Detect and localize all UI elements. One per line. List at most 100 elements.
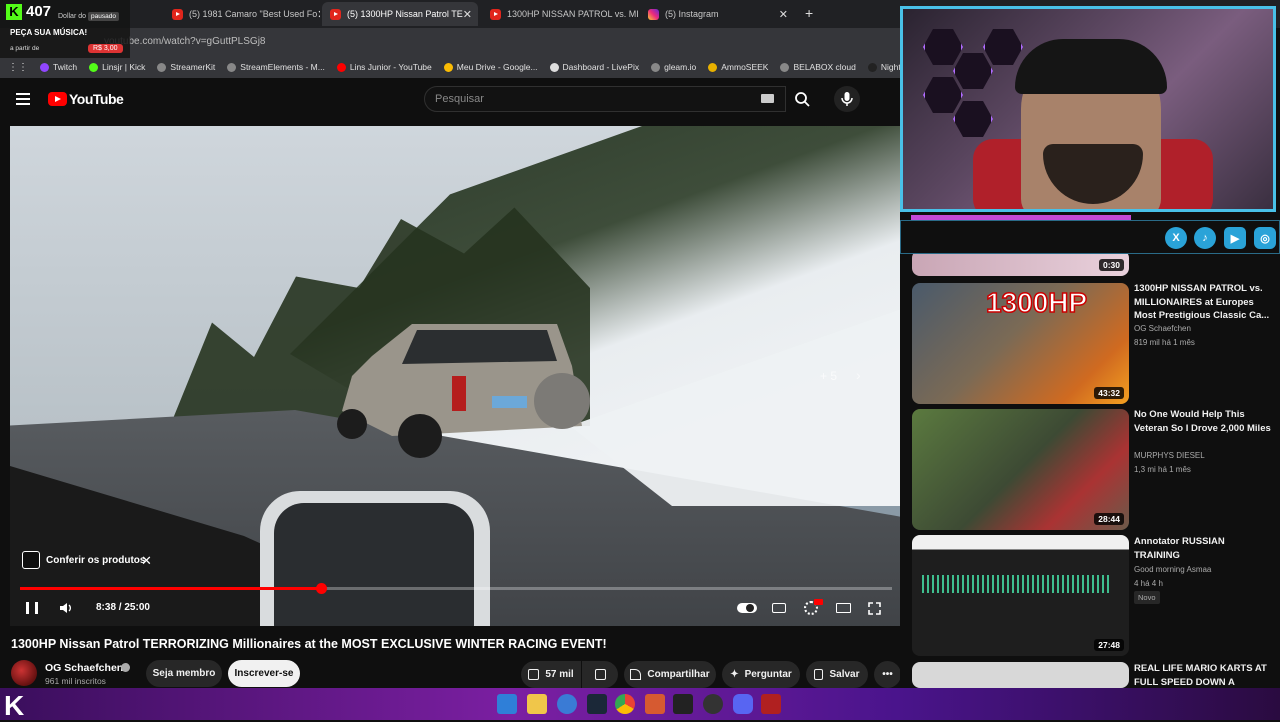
tab-instagram[interactable]: (5) Instagram ✕	[640, 2, 796, 26]
tab-nissan-patrol[interactable]: (5) 1300HP Nissan Patrol TE ✕	[322, 2, 478, 26]
edge-icon[interactable]	[557, 694, 577, 714]
new-badge: Novo	[1134, 591, 1160, 604]
chrome-icon[interactable]	[615, 694, 635, 714]
close-tab-icon[interactable]: ✕	[463, 8, 472, 21]
more-actions-button[interactable]: •••	[874, 661, 901, 688]
search-icon	[795, 92, 810, 107]
search-button[interactable]	[786, 86, 818, 112]
bookmark-google-drive[interactable]: Meu Drive - Google...	[443, 62, 538, 72]
rec-title[interactable]: 1300HP NISSAN PATROL vs. MILLIONAIRES at…	[1134, 282, 1272, 323]
thumbs-down-icon	[594, 669, 606, 680]
discord-icon[interactable]	[733, 694, 753, 714]
subtitles-icon[interactable]	[772, 603, 786, 613]
bookmark-twitch[interactable]: Twitch	[40, 62, 77, 72]
rec-meta: 819 mil há 1 mês	[1134, 338, 1195, 347]
thumbs-up-icon	[528, 669, 540, 680]
youtube-logo-text[interactable]: YouTube	[69, 91, 124, 107]
channel-avatar[interactable]	[11, 660, 37, 686]
rec-meta: 4 há 4 h	[1134, 579, 1163, 588]
tab-patrol-vs-millionaires[interactable]: 1300HP NISSAN PATROL vs. MI✕	[482, 2, 638, 26]
voice-search-button[interactable]	[834, 86, 860, 112]
like-button[interactable]: 57 mil	[521, 661, 581, 688]
channel-name[interactable]: OG Schaefchen	[45, 662, 123, 674]
rec-title[interactable]: No One Would Help This Veteran So I Drov…	[1134, 408, 1272, 435]
youtube-favicon-icon	[172, 8, 183, 20]
rec-channel[interactable]: Good morning Asmaa	[1134, 565, 1211, 574]
steam-icon[interactable]	[587, 694, 607, 714]
overlay-price-prefix: a partir de	[10, 45, 40, 52]
instagram-favicon-icon	[648, 8, 659, 20]
app-icon[interactable]	[645, 694, 665, 714]
duration-badge: 43:32	[1094, 387, 1124, 399]
theater-mode-icon[interactable]	[836, 603, 851, 613]
thumbnail-text: 1300HP	[985, 286, 1088, 319]
shopping-bag-icon	[22, 551, 40, 569]
rec-thumbnail-2[interactable]: 28:44	[912, 409, 1129, 530]
bookmark-gleam[interactable]: gleam.io	[651, 62, 696, 72]
save-button[interactable]: Salvar	[806, 661, 868, 688]
hd-badge	[814, 599, 823, 605]
tiktok-icon: ♪	[1194, 227, 1216, 249]
keyboard-icon[interactable]	[761, 94, 774, 103]
share-button[interactable]: Compartilhar	[624, 661, 716, 688]
time-display: 8:38 / 25:00	[96, 602, 150, 613]
rec-channel[interactable]: MURPHYS DIESEL	[1134, 451, 1205, 460]
duration-badge: 27:48	[1094, 639, 1124, 651]
webcam-overlay	[900, 6, 1276, 212]
rec-thumbnail-1[interactable]: 1300HP 43:32	[912, 283, 1129, 404]
dislike-button[interactable]	[582, 661, 618, 688]
close-tab-icon[interactable]: ✕	[317, 8, 320, 21]
bookmark-ammoseek[interactable]: AmmoSEEK	[708, 62, 768, 72]
rec-channel[interactable]: OG Schaefchen	[1134, 324, 1191, 333]
duration-badge: 0:30	[1098, 259, 1124, 271]
bookmark-livepix[interactable]: Dashboard - LivePix	[549, 62, 639, 72]
file-explorer-icon[interactable]	[527, 694, 547, 714]
search-input[interactable]: Pesquisar	[424, 86, 786, 112]
autoplay-toggle[interactable]	[737, 603, 757, 613]
new-tab-button[interactable]: +	[805, 5, 813, 21]
social-links-bar	[900, 215, 1280, 254]
tab-camaro[interactable]: (5) 1981 Camaro "Best Used Fo✕	[164, 2, 320, 26]
close-icon[interactable]: ✕	[141, 553, 152, 569]
overlay-promo-text: PEÇA SUA MÚSICA!	[10, 28, 88, 37]
volume-icon[interactable]	[58, 601, 72, 615]
bookmark-streamelements[interactable]: StreamElements - M...	[227, 62, 325, 72]
bookmark-lins-youtube[interactable]: Lins Junior - YouTube	[336, 62, 432, 72]
obs-icon[interactable]	[703, 694, 723, 714]
join-button[interactable]: Seja membro	[146, 660, 222, 687]
stream-tool-icon[interactable]	[761, 694, 781, 714]
waveform-graphic	[922, 575, 1112, 593]
youtube-logo-icon[interactable]	[48, 92, 67, 106]
instagram-icon: ◎	[1254, 227, 1276, 249]
bookmark-kick[interactable]: Linsjr | Kick	[89, 62, 145, 72]
windows-start-icon[interactable]	[497, 694, 517, 714]
close-tab-icon[interactable]: ✕	[779, 8, 788, 21]
chevron-right-icon[interactable]: ›	[856, 367, 861, 383]
rec-title[interactable]: Annotator RUSSIAN TRAINING	[1134, 535, 1272, 562]
bookmark-nightbot[interactable]: Nightbot - Comm	[867, 62, 900, 72]
sparkle-icon: ✦	[730, 669, 739, 680]
ask-button[interactable]: ✦ Perguntar	[722, 661, 800, 688]
progress-bar-fill	[20, 587, 321, 590]
more-dots-icon: •••	[882, 669, 893, 680]
subscribe-button[interactable]: Inscrever-se	[228, 660, 300, 687]
pause-icon[interactable]	[26, 602, 38, 614]
hamburger-menu-icon[interactable]	[16, 93, 30, 105]
bookmark-streamerkit[interactable]: StreamerKit	[157, 62, 215, 72]
products-chip[interactable]: Conferir os produtos	[22, 548, 145, 572]
viewer-count: 407	[26, 3, 52, 20]
kick-k-logo-icon: K	[4, 690, 25, 721]
scrubber-handle[interactable]	[316, 583, 327, 594]
kick-logo-icon: K	[6, 4, 22, 20]
rec-thumbnail-3[interactable]: 27:48	[912, 535, 1129, 656]
rec-thumbnail-4[interactable]	[912, 662, 1129, 688]
terminal-icon[interactable]	[673, 694, 693, 714]
apps-grid-icon[interactable]: ⋮⋮	[8, 62, 28, 73]
verified-icon	[121, 663, 130, 672]
fullscreen-icon[interactable]	[868, 602, 881, 615]
subscriber-count: 961 mil inscritos	[45, 676, 106, 686]
rec-title[interactable]: REAL LIFE MARIO KARTS AT FULL SPEED DOWN…	[1134, 662, 1272, 689]
bookmark-belabox[interactable]: BELABOX cloud	[780, 62, 856, 72]
end-screen-count[interactable]: + 5	[820, 369, 837, 383]
microphone-icon	[841, 92, 853, 106]
